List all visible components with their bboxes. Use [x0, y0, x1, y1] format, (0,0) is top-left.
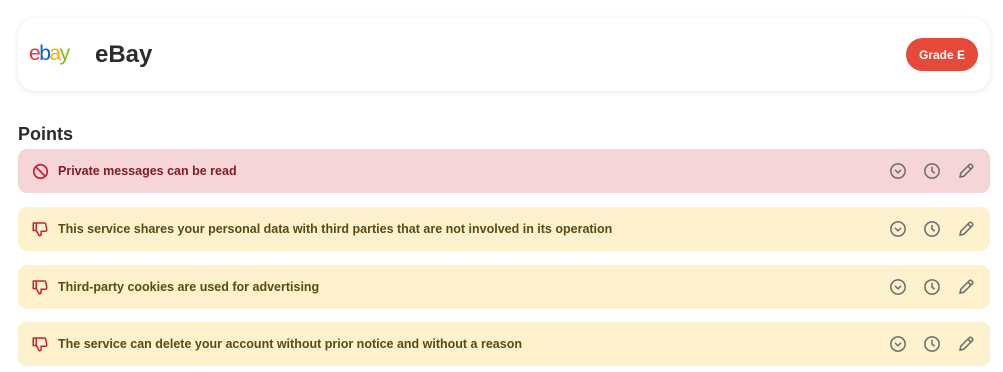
- thumbs-down-icon: [31, 220, 49, 238]
- point-row[interactable]: The service can delete your account with…: [18, 322, 990, 366]
- logo-letter-b: b: [39, 42, 51, 65]
- ebay-logo: ebay: [29, 42, 71, 65]
- service-name: eBay: [95, 41, 153, 68]
- history-clock-icon[interactable]: [922, 219, 942, 239]
- expand-chevron-icon[interactable]: [888, 161, 908, 181]
- expand-chevron-icon[interactable]: [888, 277, 908, 297]
- history-clock-icon[interactable]: [922, 277, 942, 297]
- point-actions: [888, 277, 976, 297]
- edit-pencil-icon[interactable]: [956, 277, 976, 297]
- expand-chevron-icon[interactable]: [888, 219, 908, 239]
- point-label: Third-party cookies are used for adverti…: [58, 280, 320, 294]
- thumbs-down-icon: [31, 278, 49, 296]
- thumbs-down-icon: [31, 335, 49, 353]
- page: ebay eBay Grade E Points Private message…: [0, 0, 1003, 372]
- point-row[interactable]: Third-party cookies are used for adverti…: [18, 265, 990, 309]
- point-label: The service can delete your account with…: [58, 337, 522, 351]
- point-actions: [888, 334, 976, 354]
- point-label: This service shares your personal data w…: [58, 222, 613, 236]
- edit-pencil-icon[interactable]: [956, 161, 976, 181]
- point-actions: [888, 219, 976, 239]
- point-row[interactable]: This service shares your personal data w…: [18, 207, 990, 251]
- point-actions: [888, 161, 976, 181]
- grade-badge[interactable]: Grade E: [905, 38, 978, 71]
- expand-chevron-icon[interactable]: [888, 334, 908, 354]
- point-label: Private messages can be read: [58, 164, 237, 178]
- logo-letter-a: a: [49, 42, 61, 65]
- logo-letter-y: y: [59, 42, 71, 65]
- service-header-card: ebay eBay Grade E: [18, 18, 990, 91]
- prohibited-icon: [31, 162, 49, 180]
- points-section-title: Points: [18, 124, 74, 144]
- edit-pencil-icon[interactable]: [956, 219, 976, 239]
- edit-pencil-icon[interactable]: [956, 334, 976, 354]
- history-clock-icon[interactable]: [922, 334, 942, 354]
- history-clock-icon[interactable]: [922, 161, 942, 181]
- logo-letter-e: e: [29, 42, 41, 65]
- point-row[interactable]: Private messages can be read: [18, 149, 990, 193]
